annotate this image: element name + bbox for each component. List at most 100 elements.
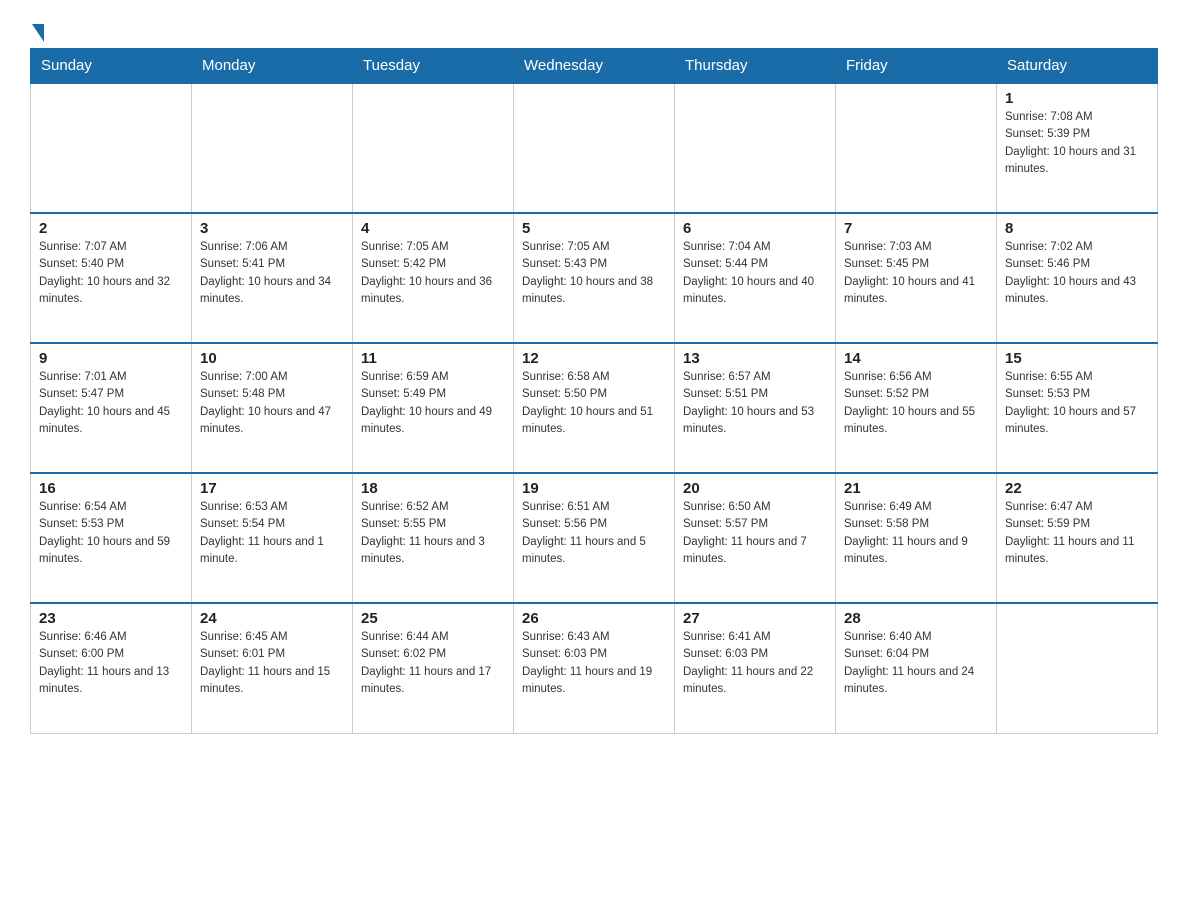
day-info: Sunrise: 6:53 AMSunset: 5:54 PMDaylight:… <box>200 499 344 568</box>
calendar-cell: 18Sunrise: 6:52 AMSunset: 5:55 PMDayligh… <box>353 473 514 603</box>
day-info: Sunrise: 6:44 AMSunset: 6:02 PMDaylight:… <box>361 629 505 698</box>
day-number: 23 <box>39 610 183 627</box>
weekday-header-thursday: Thursday <box>675 49 836 84</box>
day-number: 6 <box>683 220 827 237</box>
day-number: 8 <box>1005 220 1149 237</box>
calendar-cell: 20 Sunrise: 6:50 AMSunset: 5:57 PMDayligh… <box>675 473 836 603</box>
calendar-cell: 2 Sunrise: 7:07 AMSunset: 5:40 PMDaylight… <box>31 213 192 343</box>
day-info: Sunrise: 7:00 AMSunset: 5:48 PMDaylight:… <box>200 369 344 438</box>
day-info: Sunrise: 7:01 AMSunset: 5:47 PMDaylight:… <box>39 369 183 438</box>
calendar-cell: 12 Sunrise: 6:58 AMSunset: 5:50 PMDayligh… <box>514 343 675 473</box>
calendar-week-1: 1 Sunrise: 7:08 AMSunset: 5:39 PMDaylight… <box>31 83 1158 213</box>
day-number: 1 <box>1005 90 1149 107</box>
day-number: 25 <box>361 610 505 627</box>
day-number: 24 <box>200 610 344 627</box>
calendar-cell: 17 Sunrise: 6:53 AMSunset: 5:54 PMDayligh… <box>192 473 353 603</box>
weekday-header-saturday: Saturday <box>997 49 1158 84</box>
day-info: Sunrise: 6:54 AMSunset: 5:53 PMDaylight:… <box>39 499 183 568</box>
calendar-week-2: 2 Sunrise: 7:07 AMSunset: 5:40 PMDaylight… <box>31 213 1158 343</box>
calendar-week-3: 9 Sunrise: 7:01 AMSunset: 5:47 PMDaylight… <box>31 343 1158 473</box>
day-number: 11 <box>361 350 505 367</box>
day-number: 17 <box>200 480 344 497</box>
weekday-header-wednesday: Wednesday <box>514 49 675 84</box>
weekday-header-row: SundayMondayTuesdayWednesdayThursdayFrid… <box>31 49 1158 84</box>
day-info: Sunrise: 6:56 AMSunset: 5:52 PMDaylight:… <box>844 369 988 438</box>
day-number: 26 <box>522 610 666 627</box>
day-number: 10 <box>200 350 344 367</box>
calendar-cell: 10 Sunrise: 7:00 AMSunset: 5:48 PMDayligh… <box>192 343 353 473</box>
calendar-cell: 7 Sunrise: 7:03 AMSunset: 5:45 PMDaylight… <box>836 213 997 343</box>
calendar-cell: 27 Sunrise: 6:41 AMSunset: 6:03 PMDayligh… <box>675 603 836 733</box>
weekday-header-sunday: Sunday <box>31 49 192 84</box>
day-info: Sunrise: 7:02 AMSunset: 5:46 PMDaylight:… <box>1005 239 1149 308</box>
day-number: 9 <box>39 350 183 367</box>
day-number: 22 <box>1005 480 1149 497</box>
day-info: Sunrise: 6:43 AMSunset: 6:03 PMDaylight:… <box>522 629 666 698</box>
day-number: 4 <box>361 220 505 237</box>
day-info: Sunrise: 6:55 AMSunset: 5:53 PMDaylight:… <box>1005 369 1149 438</box>
day-number: 3 <box>200 220 344 237</box>
day-info: Sunrise: 6:51 AMSunset: 5:56 PMDaylight:… <box>522 499 666 568</box>
day-info: Sunrise: 6:45 AMSunset: 6:01 PMDaylight:… <box>200 629 344 698</box>
calendar-cell <box>836 83 997 213</box>
calendar-cell: 23 Sunrise: 6:46 AMSunset: 6:00 PMDayligh… <box>31 603 192 733</box>
calendar-cell: 22Sunrise: 6:47 AMSunset: 5:59 PMDayligh… <box>997 473 1158 603</box>
day-info: Sunrise: 6:59 AMSunset: 5:49 PMDaylight:… <box>361 369 505 438</box>
day-info: Sunrise: 7:06 AMSunset: 5:41 PMDaylight:… <box>200 239 344 308</box>
calendar-cell: 1 Sunrise: 7:08 AMSunset: 5:39 PMDaylight… <box>997 83 1158 213</box>
calendar-cell: 5Sunrise: 7:05 AMSunset: 5:43 PMDaylight… <box>514 213 675 343</box>
day-info: Sunrise: 6:50 AMSunset: 5:57 PMDaylight:… <box>683 499 827 568</box>
day-number: 20 <box>683 480 827 497</box>
calendar-week-4: 16 Sunrise: 6:54 AMSunset: 5:53 PMDayligh… <box>31 473 1158 603</box>
weekday-header-monday: Monday <box>192 49 353 84</box>
day-info: Sunrise: 7:03 AMSunset: 5:45 PMDaylight:… <box>844 239 988 308</box>
calendar-cell: 19 Sunrise: 6:51 AMSunset: 5:56 PMDayligh… <box>514 473 675 603</box>
calendar-cell <box>997 603 1158 733</box>
calendar-cell: 13Sunrise: 6:57 AMSunset: 5:51 PMDayligh… <box>675 343 836 473</box>
day-number: 14 <box>844 350 988 367</box>
day-info: Sunrise: 6:58 AMSunset: 5:50 PMDaylight:… <box>522 369 666 438</box>
calendar-cell: 15 Sunrise: 6:55 AMSunset: 5:53 PMDayligh… <box>997 343 1158 473</box>
day-info: Sunrise: 6:40 AMSunset: 6:04 PMDaylight:… <box>844 629 988 698</box>
day-number: 13 <box>683 350 827 367</box>
day-info: Sunrise: 6:41 AMSunset: 6:03 PMDaylight:… <box>683 629 827 698</box>
day-info: Sunrise: 7:07 AMSunset: 5:40 PMDaylight:… <box>39 239 183 308</box>
calendar-cell: 16 Sunrise: 6:54 AMSunset: 5:53 PMDayligh… <box>31 473 192 603</box>
calendar-cell: 3 Sunrise: 7:06 AMSunset: 5:41 PMDaylight… <box>192 213 353 343</box>
calendar-cell: 4Sunrise: 7:05 AMSunset: 5:42 PMDaylight… <box>353 213 514 343</box>
calendar-cell <box>192 83 353 213</box>
day-info: Sunrise: 7:08 AMSunset: 5:39 PMDaylight:… <box>1005 109 1149 178</box>
calendar-cell: 25 Sunrise: 6:44 AMSunset: 6:02 PMDayligh… <box>353 603 514 733</box>
calendar-cell <box>514 83 675 213</box>
day-number: 19 <box>522 480 666 497</box>
weekday-header-friday: Friday <box>836 49 997 84</box>
day-number: 18 <box>361 480 505 497</box>
day-info: Sunrise: 6:46 AMSunset: 6:00 PMDaylight:… <box>39 629 183 698</box>
weekday-header-tuesday: Tuesday <box>353 49 514 84</box>
day-number: 15 <box>1005 350 1149 367</box>
calendar-cell: 26 Sunrise: 6:43 AMSunset: 6:03 PMDayligh… <box>514 603 675 733</box>
calendar-cell <box>675 83 836 213</box>
day-info: Sunrise: 6:49 AMSunset: 5:58 PMDaylight:… <box>844 499 988 568</box>
day-number: 21 <box>844 480 988 497</box>
calendar-cell <box>31 83 192 213</box>
calendar-cell: 11 Sunrise: 6:59 AMSunset: 5:49 PMDayligh… <box>353 343 514 473</box>
calendar-week-5: 23 Sunrise: 6:46 AMSunset: 6:00 PMDayligh… <box>31 603 1158 733</box>
logo <box>30 20 44 38</box>
page-header <box>30 20 1158 38</box>
calendar-cell: 28 Sunrise: 6:40 AMSunset: 6:04 PMDayligh… <box>836 603 997 733</box>
day-number: 7 <box>844 220 988 237</box>
calendar-table: SundayMondayTuesdayWednesdayThursdayFrid… <box>30 48 1158 734</box>
day-info: Sunrise: 7:04 AMSunset: 5:44 PMDaylight:… <box>683 239 827 308</box>
logo-arrow-icon <box>32 24 44 42</box>
calendar-cell <box>353 83 514 213</box>
day-number: 12 <box>522 350 666 367</box>
calendar-cell: 21 Sunrise: 6:49 AMSunset: 5:58 PMDayligh… <box>836 473 997 603</box>
day-number: 2 <box>39 220 183 237</box>
calendar-cell: 24 Sunrise: 6:45 AMSunset: 6:01 PMDayligh… <box>192 603 353 733</box>
day-number: 27 <box>683 610 827 627</box>
day-number: 16 <box>39 480 183 497</box>
calendar-cell: 6 Sunrise: 7:04 AMSunset: 5:44 PMDaylight… <box>675 213 836 343</box>
day-number: 5 <box>522 220 666 237</box>
day-number: 28 <box>844 610 988 627</box>
